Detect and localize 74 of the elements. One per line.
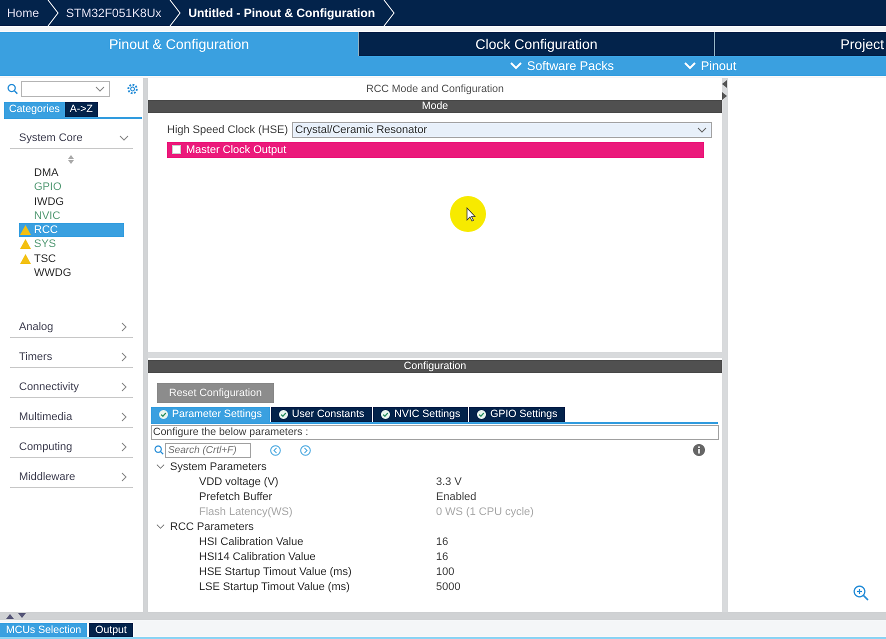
category-header[interactable]: Computing	[10, 428, 133, 458]
chevron-down-icon	[684, 62, 696, 70]
search-icon	[154, 445, 164, 456]
chevron-icon	[156, 522, 165, 532]
chevron-icon	[119, 352, 129, 362]
chevron-down-icon	[510, 62, 522, 70]
collapse-arrows-icon[interactable]	[722, 80, 727, 102]
chevron-icon	[119, 472, 129, 482]
hint-field: Configure the below parameters :	[151, 424, 719, 440]
chevron-icon	[119, 412, 129, 422]
settings-tab[interactable]: GPIO Settings	[469, 406, 566, 422]
parameter-value[interactable]: 16	[436, 550, 448, 563]
group-header[interactable]: RCC Parameters	[156, 520, 722, 533]
chevron-icon	[119, 322, 129, 332]
zoom-in-icon[interactable]	[853, 585, 869, 602]
info-icon[interactable]	[693, 444, 705, 456]
cursor-highlight-icon	[449, 194, 487, 233]
group-header[interactable]: System Parameters	[156, 460, 722, 473]
main-tab[interactable]: Clock Configuration	[358, 32, 714, 56]
breadcrumb-link[interactable]: Home	[0, 6, 48, 20]
peripheral-item[interactable]: DMA	[19, 166, 124, 180]
caret-icon	[697, 126, 708, 133]
peripheral-item[interactable]: TSC	[19, 252, 124, 266]
check-circle-icon	[381, 410, 390, 419]
category-header[interactable]: Timers	[10, 338, 133, 368]
caret-icon	[94, 86, 105, 92]
category-header[interactable]: Connectivity	[10, 368, 133, 398]
check-circle-icon	[278, 410, 288, 419]
category-header[interactable]: Analog	[10, 308, 133, 338]
parameter-name: HSI14 Calibration Value	[199, 550, 317, 563]
parameter-value[interactable]: Enabled	[436, 490, 476, 503]
hse-dropdown[interactable]: Crystal/Ceramic Resonator	[292, 122, 712, 138]
chevron-icon	[119, 132, 129, 143]
settings-tab[interactable]: NVIC Settings	[373, 406, 468, 422]
sort-icon[interactable]	[68, 154, 74, 164]
chevron-icon	[119, 382, 129, 392]
parameter-value[interactable]: 16	[436, 536, 448, 548]
parameter-name: LSE Startup Timout Value (ms)	[199, 580, 351, 593]
previous-icon[interactable]	[270, 444, 281, 456]
parameter-name: Flash Latency(WS)	[199, 506, 294, 518]
parameter-name: HSE Startup Timout Value (ms)	[199, 566, 353, 578]
parameter-name: VDD voltage (V)	[199, 476, 280, 488]
parameter-value[interactable]: 3.3 V	[436, 476, 462, 488]
search-field[interactable]: Search (Crtl+F)	[165, 442, 251, 458]
bottom-tab[interactable]: Output	[89, 623, 133, 637]
breadcrumb-link[interactable]: STM32F051K8Ux	[59, 6, 170, 20]
section-header: Mode	[148, 100, 722, 113]
category-header[interactable]: Multimedia	[10, 398, 133, 428]
parameter-name: Prefetch Buffer	[199, 490, 274, 503]
check-circle-icon	[477, 410, 486, 419]
view-tab[interactable]: A->Z	[64, 102, 98, 117]
parameter-name: HSI Calibration Value	[199, 536, 304, 548]
peripheral-item[interactable]: WWDG	[19, 266, 124, 280]
checkbox-label: Master Clock Output	[186, 144, 286, 156]
next-icon[interactable]	[300, 444, 311, 456]
search-icon	[7, 82, 18, 95]
main-tab[interactable]: Project	[714, 32, 886, 56]
settings-tab[interactable]: User Constants	[270, 406, 372, 422]
checkbox[interactable]	[172, 145, 181, 154]
settings-icon[interactable]	[126, 82, 139, 96]
check-circle-icon	[159, 410, 168, 419]
category-header[interactable]: Middleware	[10, 458, 133, 488]
chevron-icon	[156, 462, 165, 472]
peripheral-item[interactable]: IWDG	[19, 194, 124, 209]
panel-title: RCC Mode and Configuration	[365, 82, 505, 97]
category-header[interactable]: System Core	[10, 118, 133, 149]
parameter-value[interactable]: 5000	[436, 580, 460, 593]
search-combo[interactable]	[21, 80, 110, 97]
parameter-value[interactable]: 100	[436, 566, 454, 578]
breadcrumb-link[interactable]: Untitled - Pinout & Configuration	[181, 6, 384, 20]
field-label: High Speed Clock (HSE)	[167, 124, 288, 136]
chevron-icon	[119, 442, 129, 452]
resize-arrows-icon[interactable]	[6, 613, 28, 620]
section-header: Configuration	[148, 360, 722, 373]
